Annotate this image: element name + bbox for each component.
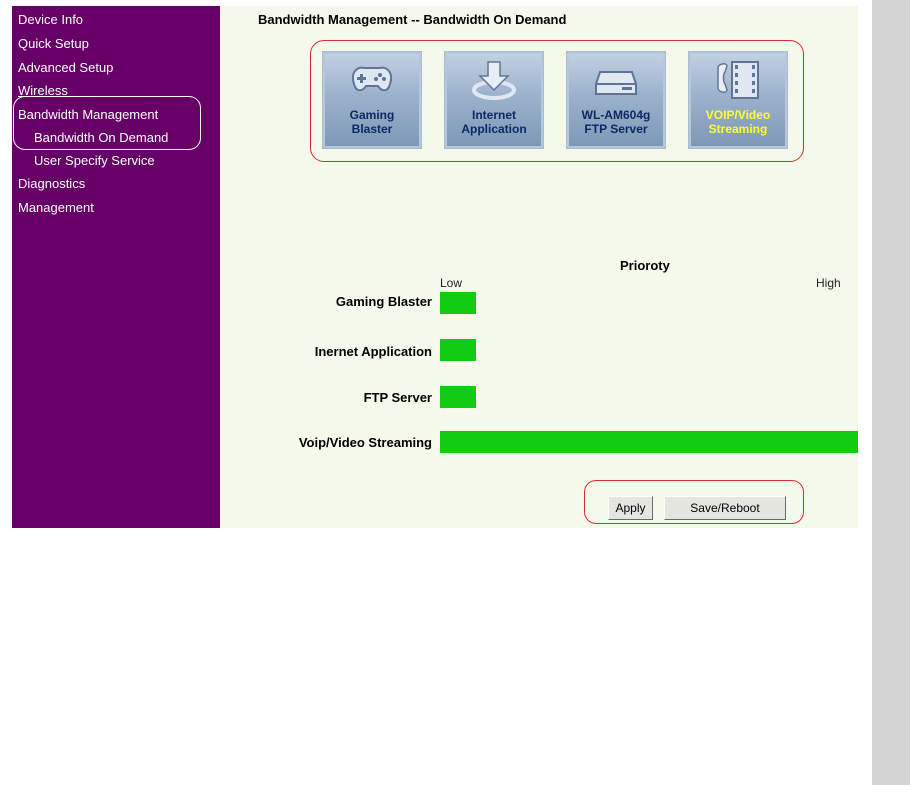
priority-bar-ftp[interactable] [440, 386, 476, 408]
right-gray-panel [872, 0, 910, 785]
save-reboot-button[interactable]: Save/Reboot [664, 496, 786, 520]
download-icon [472, 61, 516, 100]
internet-application-button[interactable]: Internet Application [444, 51, 544, 149]
priority-track-ftp [440, 386, 858, 408]
priority-row-label-gaming: Gaming Blaster [335, 294, 432, 309]
page-title: Bandwidth Management -- Bandwidth On Dem… [258, 12, 567, 27]
app-selector-group: Gaming Blaster Internet Application WL-A… [310, 40, 804, 162]
nav-management[interactable]: Management [18, 200, 94, 216]
ftp-server-label-2: FTP Server [584, 122, 648, 136]
priority-row-label-internet: Inernet Application [314, 344, 432, 359]
nav-diagnostics[interactable]: Diagnostics [18, 176, 85, 192]
priority-low-label: Low [440, 276, 463, 290]
voip-video-label-1: VOIP/Video [705, 108, 771, 122]
action-button-group: Apply Save/Reboot [584, 480, 804, 524]
sidebar-nav: Device Info Quick Setup Advanced Setup W… [12, 6, 220, 528]
priority-bar-voip[interactable] [440, 431, 858, 453]
priority-bar-internet[interactable] [440, 339, 476, 361]
nav-quick-setup[interactable]: Quick Setup [18, 36, 89, 52]
nav-bandwidth-on-demand[interactable]: Bandwidth On Demand [34, 130, 168, 146]
nav-bandwidth-management[interactable]: Bandwidth Management [18, 107, 158, 123]
internet-application-label-2: Application [461, 122, 527, 136]
phone-film-icon [717, 61, 759, 99]
main-content: Bandwidth Management -- Bandwidth On Dem… [220, 6, 858, 528]
priority-track-voip [440, 431, 858, 453]
priority-bar-gaming[interactable] [440, 292, 476, 314]
server-icon [595, 71, 637, 95]
nav-device-info[interactable]: Device Info [18, 12, 83, 28]
nav-user-specify-service[interactable]: User Specify Service [34, 153, 155, 169]
priority-row-label-ftp: FTP Server [363, 390, 432, 405]
internet-application-label-1: Internet [471, 108, 516, 122]
priority-high-label: High [816, 276, 841, 290]
nav-advanced-setup[interactable]: Advanced Setup [18, 60, 113, 76]
apply-button[interactable]: Apply [608, 496, 653, 520]
gaming-blaster-label-2: Blaster [351, 122, 393, 136]
priority-track-internet [440, 339, 858, 361]
ftp-server-label-1: WL-AM604g [581, 108, 651, 122]
gaming-blaster-button[interactable]: Gaming Blaster [322, 51, 422, 149]
priority-row-label-voip: Voip/Video Streaming [298, 435, 432, 450]
voip-video-streaming-button[interactable]: VOIP/Video Streaming [688, 51, 788, 149]
gaming-blaster-label-1: Gaming [349, 108, 395, 122]
gamepad-icon [352, 66, 392, 92]
priority-track-gaming [440, 292, 858, 314]
ftp-server-button[interactable]: WL-AM604g FTP Server [566, 51, 666, 149]
voip-video-label-2: Streaming [708, 122, 768, 136]
priority-title: Prioroty [620, 258, 670, 273]
